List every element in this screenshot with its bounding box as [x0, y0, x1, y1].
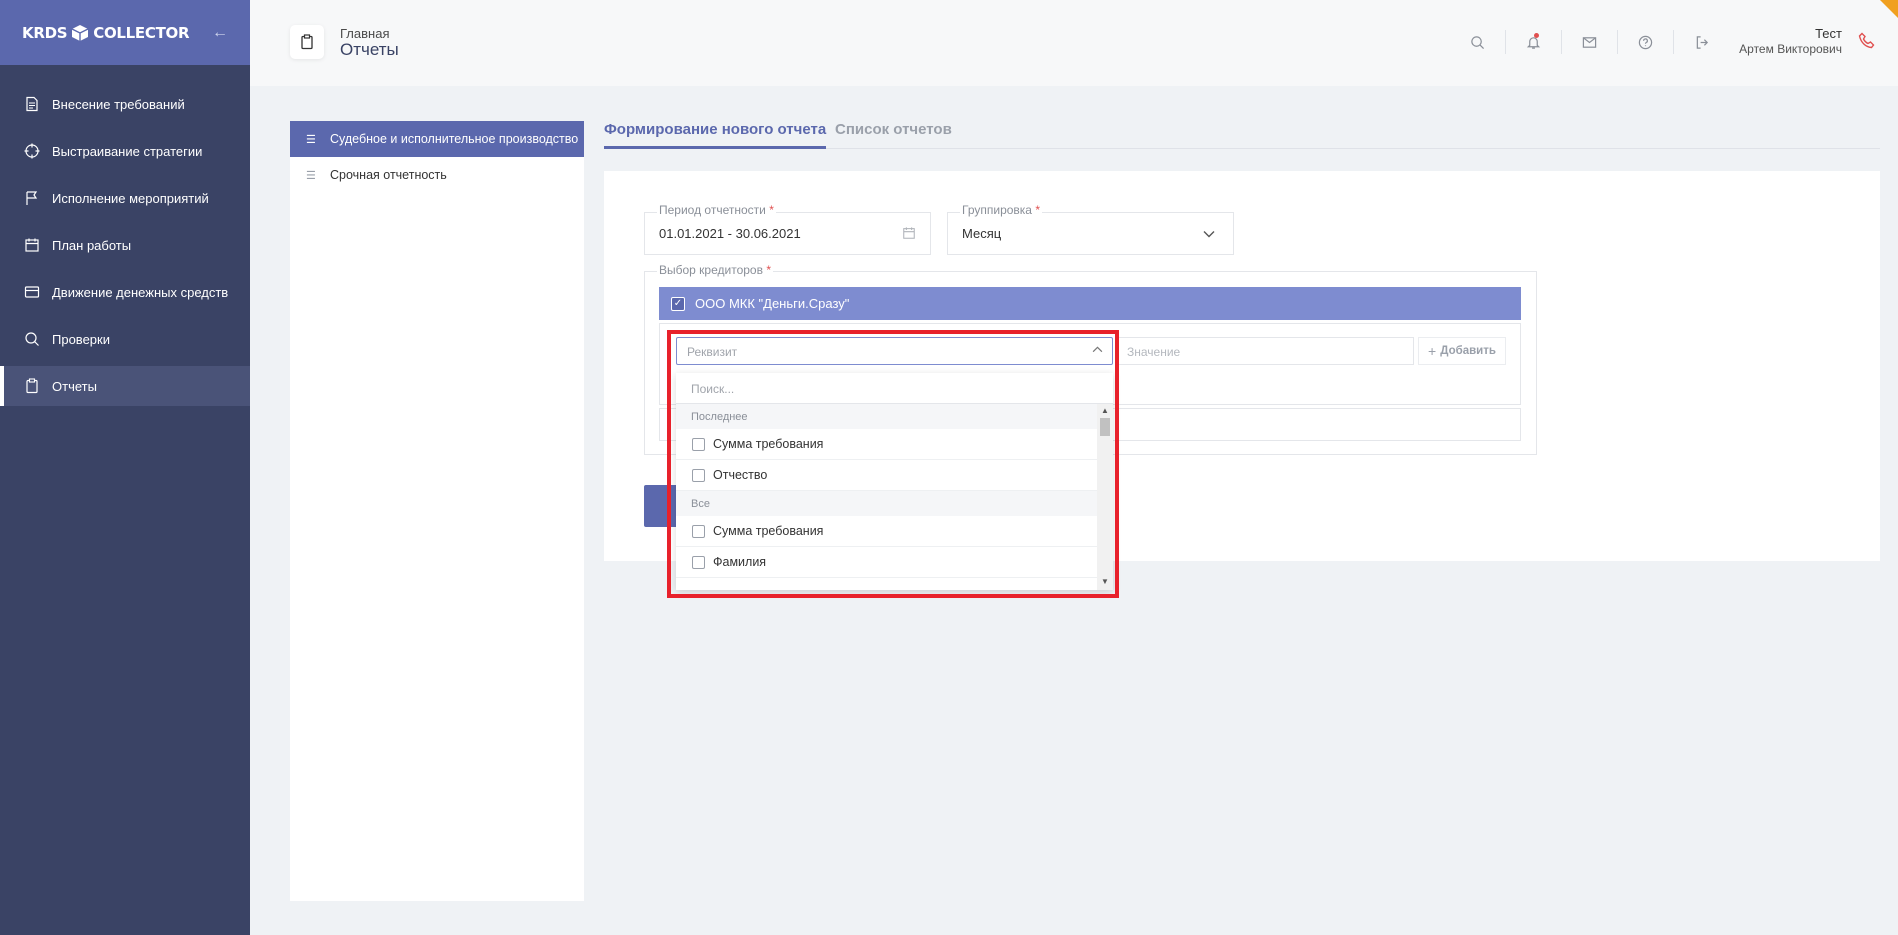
- flag-icon: [26, 191, 38, 205]
- generate-report-button[interactable]: [644, 485, 680, 527]
- report-category-panel: ☰ Судебное и исполнительное производство…: [290, 121, 584, 901]
- document-icon: [26, 96, 38, 112]
- scrollbar-thumb[interactable]: [1100, 418, 1110, 436]
- bell-icon[interactable]: [1506, 30, 1562, 54]
- sidebar-item-label: Выстраивание стратегии: [52, 143, 203, 159]
- crosshair-icon: [24, 143, 40, 159]
- add-button-label: Добавить: [1440, 345, 1496, 357]
- header: Главная Отчеты Тест Артем Викторович: [250, 0, 1898, 86]
- dropdown-group-header: Последнее: [676, 404, 1113, 429]
- dropdown-group-header: Все: [676, 491, 1113, 516]
- report-category-item[interactable]: ☰ Срочная отчетность: [290, 157, 584, 193]
- dropdown-option[interactable]: Отчество: [676, 460, 1097, 491]
- dropdown-scrollbar[interactable]: ▲ ▼: [1097, 404, 1113, 590]
- logo-box-icon: [71, 24, 89, 41]
- card-icon: [24, 286, 40, 298]
- page-title: Отчеты: [340, 40, 399, 59]
- sidebar-item-label: Движение денежных средств: [52, 284, 229, 300]
- search-icon[interactable]: [1450, 30, 1506, 54]
- arrow-left-icon[interactable]: ←: [212, 24, 228, 42]
- sidebar-item-strategy[interactable]: Выстраивание стратегии: [0, 131, 250, 171]
- report-category-label: Срочная отчетность: [330, 168, 447, 182]
- sidebar-item-label: Проверки: [52, 331, 110, 347]
- user-name[interactable]: Тест: [1815, 26, 1842, 41]
- dropdown-option[interactable]: Фамилия: [676, 547, 1097, 578]
- rekvizit-dropdown: Поиск... Последнее Сумма требования Отче…: [676, 373, 1113, 590]
- option-label: Фамилия: [713, 555, 767, 569]
- rekvizit-placeholder: Реквизит: [687, 345, 738, 359]
- option-label: Сумма требования: [713, 524, 824, 538]
- sidebar-item-label: Внесение требований: [52, 96, 185, 112]
- notification-dot: [1534, 33, 1539, 38]
- sidebar-item-requirements[interactable]: Внесение требований: [0, 84, 250, 124]
- report-category-label: Судебное и исполнительное производство: [330, 132, 579, 146]
- user-fullname: Артем Викторович: [1739, 42, 1842, 56]
- chevron-up-icon: [1092, 346, 1103, 353]
- period-label: Период отчетности *: [657, 203, 776, 217]
- checkbox-icon[interactable]: [692, 524, 705, 538]
- calendar-icon[interactable]: [902, 226, 916, 240]
- period-value: 01.01.2021 - 30.06.2021: [659, 226, 801, 241]
- creditors-label: Выбор кредиторов *: [657, 263, 773, 277]
- report-tabs: Формирование нового отчета Список отчето…: [604, 119, 1880, 149]
- add-button[interactable]: + Добавить: [1418, 337, 1506, 365]
- chevron-down-icon: [1203, 231, 1215, 238]
- phone-icon[interactable]: [1858, 32, 1876, 53]
- creditor-name: ООО МКК "Деньги.Сразу": [695, 296, 850, 311]
- grouping-value: Месяц: [962, 226, 1002, 241]
- calendar-icon: [25, 238, 39, 252]
- sidebar-item-label: План работы: [52, 237, 132, 253]
- checkbox-icon[interactable]: [692, 468, 705, 482]
- sidebar-item-checks[interactable]: Проверки: [0, 319, 250, 359]
- help-icon[interactable]: [1618, 30, 1674, 54]
- option-label: Сумма требования: [713, 437, 824, 451]
- logo-text-left: KRDS: [22, 23, 68, 42]
- sidebar-item-label: Отчеты: [52, 378, 97, 394]
- clipboard-icon: [290, 25, 324, 59]
- tab-report-list[interactable]: Список отчетов: [835, 121, 952, 146]
- sidebar-nav: Внесение требований Выстраивание стратег…: [0, 84, 250, 406]
- checkbox-checked-icon[interactable]: ✓: [671, 296, 685, 311]
- sidebar-header: KRDS COLLECTOR ←: [0, 0, 250, 65]
- sidebar-item-label: Исполнение мероприятий: [52, 190, 209, 206]
- dropdown-search-input[interactable]: Поиск...: [676, 373, 1113, 404]
- dropdown-option[interactable]: Сумма требования: [676, 516, 1097, 547]
- report-category-item[interactable]: ☰ Судебное и исполнительное производство: [290, 121, 584, 157]
- sidebar-item-cashflow[interactable]: Движение денежных средств: [0, 272, 250, 312]
- rekvizit-select[interactable]: Реквизит: [676, 337, 1113, 365]
- scroll-up-icon[interactable]: ▲: [1101, 406, 1109, 415]
- corner-ribbon: [1880, 0, 1898, 18]
- option-label: Отчество: [713, 468, 768, 482]
- tab-new-report[interactable]: Формирование нового отчета: [604, 121, 827, 149]
- grouping-select[interactable]: Группировка * Месяц: [947, 203, 1234, 255]
- grouping-label: Группировка *: [960, 203, 1042, 217]
- value-placeholder: Значение: [1127, 345, 1181, 359]
- list-icon: ☰: [306, 169, 316, 182]
- list-icon: ☰: [306, 133, 316, 146]
- checkbox-icon[interactable]: [692, 555, 705, 569]
- logo: KRDS COLLECTOR: [22, 23, 190, 42]
- dropdown-option[interactable]: Сумма требования: [676, 429, 1097, 460]
- sidebar-item-reports[interactable]: Отчеты: [0, 366, 250, 406]
- sidebar: KRDS COLLECTOR ← Внесение требований Выс…: [0, 0, 250, 935]
- plus-icon: +: [1428, 343, 1437, 359]
- scroll-down-icon[interactable]: ▼: [1101, 577, 1109, 586]
- sidebar-item-work-plan[interactable]: План работы: [0, 225, 250, 265]
- sidebar-item-activities[interactable]: Исполнение мероприятий: [0, 178, 250, 218]
- mail-icon[interactable]: [1562, 30, 1618, 54]
- clipboard-icon: [26, 378, 38, 394]
- logo-text-right: COLLECTOR: [93, 23, 190, 42]
- search-icon: [25, 332, 39, 346]
- breadcrumb[interactable]: Главная: [340, 26, 389, 41]
- header-actions: [1450, 30, 1730, 54]
- creditor-item[interactable]: ✓ ООО МКК "Деньги.Сразу": [659, 287, 1521, 320]
- checkbox-icon[interactable]: [692, 437, 705, 451]
- value-input[interactable]: Значение: [1117, 337, 1414, 365]
- logout-icon[interactable]: [1674, 30, 1730, 54]
- period-field[interactable]: Период отчетности * 01.01.2021 - 30.06.2…: [644, 203, 931, 255]
